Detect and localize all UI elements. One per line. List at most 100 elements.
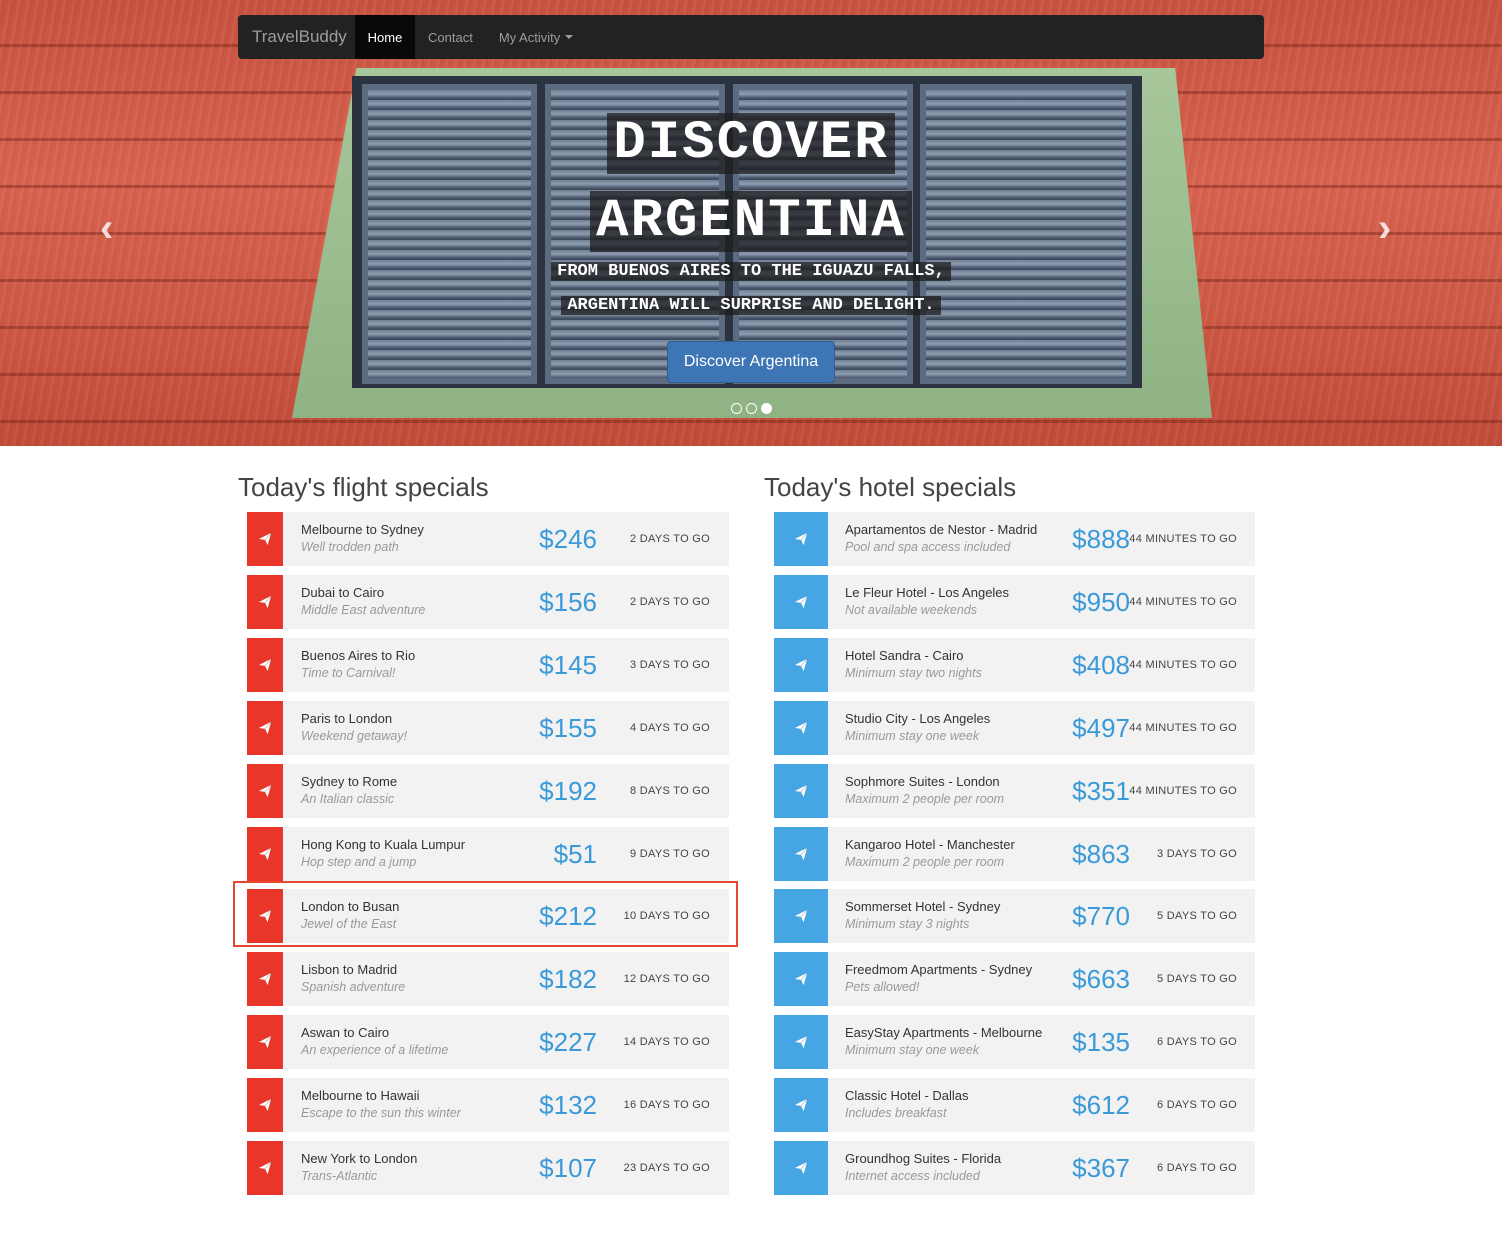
special-row[interactable]: Lisbon to Madrid Spanish adventure $182 12 …: [247, 952, 729, 1007]
special-price: $950: [1072, 586, 1130, 617]
special-price: $107: [539, 1153, 597, 1183]
special-subtitle: Escape to the sun this winter: [301, 1106, 461, 1121]
special-name: Hotel Sandra - Cairo: [845, 647, 964, 663]
special-subtitle: Pets allowed!: [845, 980, 920, 995]
special-subtitle: An experience of a lifetime: [301, 1043, 449, 1058]
icon-box: [774, 889, 828, 944]
special-countdown: 8 DAYS TO GO: [629, 784, 710, 797]
chevron-right-icon[interactable]: ›: [1378, 206, 1391, 251]
special-price: $227: [539, 1027, 597, 1058]
special-row[interactable]: Dubai to Cairo Middle East adventure $156 2…: [247, 574, 729, 629]
special-name: Aswan to Cairo: [301, 1025, 390, 1041]
brand-link[interactable]: TravelBuddy: [238, 15, 355, 59]
paper-plane-icon: [258, 1098, 272, 1112]
paper-plane-icon: [794, 658, 808, 671]
special-subtitle: Minimum stay one week: [845, 1043, 980, 1058]
special-subtitle: Maximum 2 people per room: [845, 854, 1005, 869]
special-row[interactable]: Groundhog Suites - Florida Internet acces…: [774, 1141, 1255, 1195]
icon-box: [774, 637, 828, 692]
hero-subtitle-line1: FROM BUENOS AIRES TO THE IGUAZU FALLS,: [0, 262, 1502, 282]
special-countdown: 6 DAYS TO GO: [1156, 1162, 1237, 1174]
special-row[interactable]: EasyStay Apartments - Melbourne Minimum s…: [774, 1015, 1255, 1070]
special-countdown: 44 MINUTES TO GO: [1129, 658, 1237, 671]
paper-plane-icon: [258, 847, 272, 860]
icon-box: [774, 826, 828, 881]
special-price: $212: [539, 901, 597, 932]
special-subtitle: Pool and spa access included: [845, 540, 1011, 554]
special-countdown: 44 MINUTES TO GO: [1129, 721, 1237, 734]
special-row[interactable]: Sophmore Suites - London Maximum 2 people…: [774, 763, 1255, 818]
special-row[interactable]: Buenos Aires to Rio Time to Carnival! $145…: [247, 637, 729, 692]
paper-plane-icon: [794, 1098, 808, 1112]
special-price: $612: [1072, 1090, 1130, 1121]
special-name: Groundhog Suites - Florida: [845, 1151, 1002, 1166]
paper-plane-icon: [794, 909, 808, 923]
special-row[interactable]: Studio City - Los Angeles Minimum stay on…: [774, 700, 1255, 755]
nav-my-activity-dropdown[interactable]: My Activity: [486, 15, 586, 59]
special-name: Studio City - Los Angeles: [845, 710, 991, 726]
icon-box: [774, 574, 828, 629]
special-subtitle: Internet access included: [845, 1169, 980, 1183]
special-row[interactable]: Hotel Sandra - Cairo Minimum stay two nig…: [774, 637, 1255, 692]
special-price: $192: [539, 775, 597, 806]
special-name: New York to London: [301, 1151, 418, 1166]
special-row[interactable]: Sommerset Hotel - Sydney Minimum stay 3 n…: [774, 889, 1255, 944]
special-countdown: 2 DAYS TO GO: [629, 595, 710, 608]
special-countdown: 14 DAYS TO GO: [623, 1036, 710, 1049]
chevron-left-icon[interactable]: ‹: [100, 206, 113, 251]
special-subtitle: Minimum stay 3 nights: [845, 917, 970, 932]
special-row[interactable]: Kangaroo Hotel - Manchester Maximum 2 peo…: [774, 826, 1255, 881]
special-row[interactable]: Apartamentos de Nestor - Madrid Pool and …: [774, 512, 1255, 566]
caret-down-icon: [565, 35, 574, 39]
nav-contact[interactable]: Contact: [415, 15, 486, 59]
special-name: Apartamentos de Nestor - Madrid: [845, 522, 1038, 537]
paper-plane-icon: [794, 721, 808, 734]
hero-subtitle-text: ARGENTINA WILL SURPRISE AND DELIGHT.: [561, 296, 941, 315]
special-name: Paris to London: [301, 710, 393, 726]
special-subtitle: Time to Carnival!: [301, 665, 396, 680]
special-row[interactable]: London to Busan Jewel of the East $212 10 D…: [247, 889, 729, 944]
icon-box: [774, 512, 828, 566]
special-subtitle: An Italian classic: [301, 791, 395, 806]
special-price: $367: [1072, 1153, 1130, 1183]
icon-box: [247, 637, 283, 692]
paper-plane-icon: [794, 532, 808, 546]
carousel-dot[interactable]: [731, 403, 742, 414]
special-row[interactable]: Melbourne to Sydney Well trodden path $246…: [247, 512, 729, 566]
hero-subtitle-line2: ARGENTINA WILL SURPRISE AND DELIGHT.: [0, 296, 1502, 316]
special-subtitle: Maximum 2 people per room: [845, 791, 1005, 806]
special-price: $351: [1072, 775, 1130, 806]
special-subtitle: Not available weekends: [845, 602, 978, 617]
paper-plane-icon: [794, 1035, 808, 1049]
hero-title-line2: ARGENTINA: [0, 186, 1502, 258]
special-countdown: 44 MINUTES TO GO: [1129, 533, 1237, 545]
special-row[interactable]: Aswan to Cairo An experience of a lifetim…: [247, 1015, 729, 1070]
carousel-dot-active[interactable]: [761, 403, 772, 414]
special-row[interactable]: Paris to London Weekend getaway! $155 4 DAY…: [247, 700, 729, 755]
special-price: $663: [1072, 964, 1130, 995]
icon-box: [247, 889, 283, 944]
special-row[interactable]: Classic Hotel - Dallas Includes breakfast…: [774, 1078, 1255, 1133]
carousel-dot[interactable]: [746, 403, 757, 414]
nav-home[interactable]: Home: [355, 15, 415, 59]
special-row[interactable]: Hong Kong to Kuala Lumpur Hop step and a …: [247, 826, 729, 881]
special-row[interactable]: Le Fleur Hotel - Los Angeles Not availabl…: [774, 574, 1255, 629]
special-countdown: 2 DAYS TO GO: [629, 533, 710, 545]
special-subtitle: Spanish adventure: [301, 980, 406, 995]
special-row[interactable]: Freedmom Apartments - Sydney Pets allowed…: [774, 952, 1255, 1007]
icon-box: [247, 512, 283, 566]
icon-box: [247, 952, 283, 1007]
special-row[interactable]: Sydney to Rome An Italian classic $192 8 DA…: [247, 763, 729, 818]
paper-plane-icon: [794, 784, 808, 797]
special-price: $132: [539, 1090, 597, 1121]
special-row[interactable]: Melbourne to Hawaii Escape to the sun thi…: [247, 1078, 729, 1133]
special-price: $863: [1072, 838, 1130, 869]
icon-box: [774, 1015, 828, 1070]
special-name: Melbourne to Hawaii: [301, 1088, 420, 1104]
special-row[interactable]: New York to London Trans-Atlantic $107 23 D…: [247, 1141, 729, 1195]
icon-box: [774, 1078, 828, 1133]
special-countdown: 44 MINUTES TO GO: [1129, 784, 1237, 797]
special-price: $51: [553, 838, 597, 869]
special-countdown: 12 DAYS TO GO: [623, 973, 710, 986]
discover-argentina-button[interactable]: Discover Argentina: [667, 341, 835, 383]
